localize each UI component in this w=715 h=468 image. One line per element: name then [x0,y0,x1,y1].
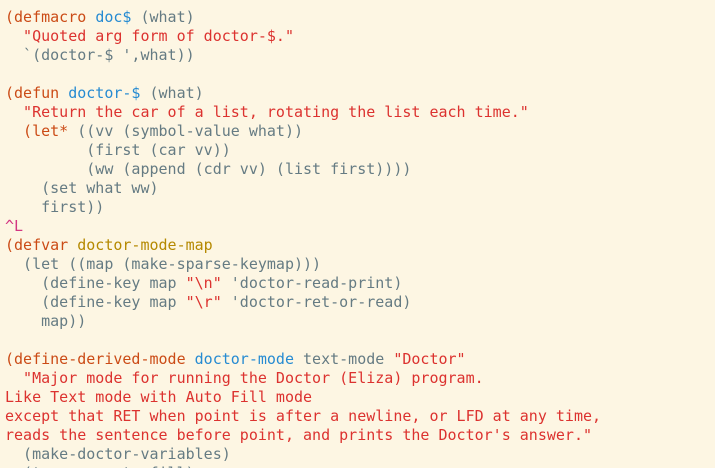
string-token: except that RET when point is after a ne… [5,407,602,425]
code-line[interactable]: (define-derived-mode doctor-mode text-mo… [5,350,466,369]
default-token: text-mode [294,350,394,368]
code-line[interactable]: Like Text mode with Auto Fill mode [5,388,312,407]
code-line[interactable]: (let* ((vv (symbol-value what)) [5,122,303,141]
keyword-token: (let* [5,122,78,140]
default-token: (what) [131,8,195,26]
code-line[interactable]: (ww (append (cdr vv) (list first)))) [5,160,411,179]
code-line[interactable]: ^L [5,217,23,236]
code-line[interactable]: (first (car vv)) [5,141,231,160]
code-line[interactable]: (defun doctor-$ (what) [5,84,204,103]
default-token: (turn-on-auto-fill) [5,464,195,468]
function-token: doc$ [95,8,132,26]
code-line[interactable]: (defvar doctor-mode-map [5,236,213,255]
string-token: Like Text mode with Auto Fill mode [5,388,313,406]
default-token: 'doctor-read-print) [221,274,403,292]
string-token: "\n" [185,274,222,292]
default-token: first)) [5,198,105,216]
code-line[interactable]: (define-key map "\r" 'doctor-ret-or-read… [5,293,411,312]
default-token: (define-key map [5,293,186,311]
code-line[interactable]: (define-key map "\n" 'doctor-read-print) [5,274,402,293]
code-line[interactable]: map)) [5,312,86,331]
code-line[interactable]: "Quoted arg form of doctor-$." [5,27,294,46]
keyword-token: (defmacro [5,8,96,26]
default-token: (define-key map [5,274,186,292]
code-line[interactable]: (set what ww) [5,179,159,198]
code-line[interactable]: "Return the car of a list, rotating the … [5,103,529,122]
variable-token: doctor-mode-map [77,236,213,254]
default-token: map)) [5,312,87,330]
default-token: `(doctor-$ ',what)) [5,46,195,64]
code-line[interactable]: `(doctor-$ ',what)) [5,46,195,65]
code-line[interactable]: reads the sentence before point, and pri… [5,426,592,445]
code-line[interactable]: (let ((map (make-sparse-keymap))) [5,255,321,274]
keyword-token: (define-derived-mode [5,350,195,368]
function-token: doctor-$ [68,84,141,102]
code-line[interactable]: (defmacro doc$ (what) [5,8,195,27]
code-line[interactable]: "Major mode for running the Doctor (Eliz… [5,369,484,388]
control-token: ^L [5,217,24,235]
code-line[interactable]: (make-doctor-variables) [5,445,231,464]
default-token: (set what ww) [5,179,159,197]
function-token: doctor-mode [194,350,294,368]
default-token: ((vv (symbol-value what)) [77,122,304,140]
default-token: 'doctor-ret-or-read) [221,293,412,311]
default-token: (first (car vv)) [5,141,231,159]
code-line[interactable]: first)) [5,198,104,217]
code-line[interactable]: except that RET when point is after a ne… [5,407,601,426]
default-token: (what) [140,84,204,102]
keyword-token: (defun [5,84,69,102]
string-token: "Return the car of a list, rotating the … [5,103,529,121]
code-line[interactable]: (turn-on-auto-fill) [5,464,195,468]
string-token: "Major mode for running the Doctor (Eliz… [5,369,484,387]
default-token: (let ((map (make-sparse-keymap))) [5,255,322,273]
string-token: "Doctor" [393,350,466,368]
default-token: (make-doctor-variables) [5,445,231,463]
string-token: "\r" [185,293,222,311]
string-token: reads the sentence before point, and pri… [5,426,592,444]
default-token: (ww (append (cdr vv) (list first)))) [5,160,412,178]
string-token: "Quoted arg form of doctor-$." [5,27,294,45]
keyword-token: (defvar [5,236,78,254]
code-editor[interactable]: (defmacro doc$ (what) "Quoted arg form o… [0,0,715,468]
